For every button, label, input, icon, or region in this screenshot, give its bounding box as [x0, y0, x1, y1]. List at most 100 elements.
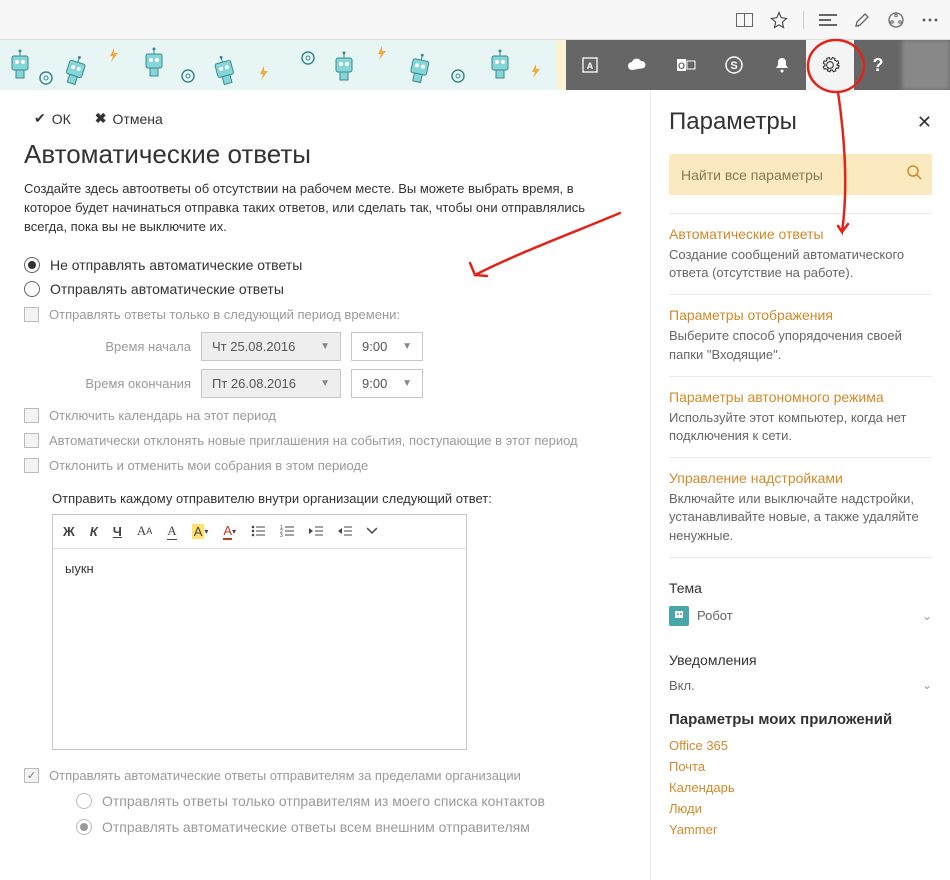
end-time-label: Время окончания [76, 376, 191, 391]
radio-contacts-only[interactable] [76, 793, 92, 809]
webnote-icon[interactable] [852, 10, 872, 30]
settings-search[interactable] [669, 154, 932, 195]
settings-link-addins[interactable]: Управление надстройками [669, 470, 932, 486]
highlight-button[interactable]: A▾ [192, 524, 209, 539]
chevron-down-icon: ▼ [320, 341, 330, 352]
settings-search-input[interactable] [679, 166, 906, 184]
settings-icon[interactable] [806, 40, 854, 90]
app-link-office365[interactable]: Office 365 [669, 738, 932, 753]
settings-notifications: Уведомления Вкл. ⌄ [669, 652, 932, 697]
settings-panel: Параметры ✕ Автоматические ответы Создан… [650, 90, 950, 880]
settings-desc: Выберите способ упорядочения своей папки… [669, 327, 932, 363]
checkbox-outside-org[interactable] [24, 768, 39, 783]
theme-selector[interactable]: Робот ⌄ [669, 602, 932, 630]
start-date-picker[interactable]: Чт 25.08.2016▼ [201, 332, 341, 361]
hub-icon[interactable] [818, 10, 838, 30]
robot-theme-background [0, 40, 556, 90]
radio-send-label: Отправлять автоматические ответы [50, 281, 284, 297]
start-time-label: Время начала [76, 339, 191, 354]
settings-link-offline[interactable]: Параметры автономного режима [669, 389, 932, 405]
app-link-calendar[interactable]: Календарь [669, 780, 932, 795]
radio-dont-send[interactable] [24, 257, 40, 273]
editor-textarea[interactable]: ыукн [53, 549, 466, 749]
settings-section-auto-replies[interactable]: Автоматические ответы Создание сообщений… [669, 213, 932, 294]
svg-text:O: O [678, 61, 685, 71]
checkbox-decline-existing[interactable] [24, 458, 39, 473]
settings-section-offline[interactable]: Параметры автономного режима Используйте… [669, 376, 932, 457]
ok-button[interactable]: ✔ОК [34, 110, 71, 127]
radio-all-external[interactable] [76, 819, 92, 835]
end-time-picker[interactable]: 9:00▼ [351, 369, 423, 398]
reply-editor: Ж К Ч AA A A▾ A▾ 123 ыукн [52, 514, 467, 750]
app-link-yammer[interactable]: Yammer [669, 822, 932, 837]
numbered-list-button[interactable]: 123 [280, 525, 294, 537]
radio-dont-send-label: Не отправлять автоматические ответы [50, 257, 302, 273]
page-description: Создайте здесь автоответы об отсутствии … [24, 180, 614, 237]
editor-toolbar: Ж К Ч AA A A▾ A▾ 123 [53, 515, 466, 549]
close-panel-button[interactable]: ✕ [917, 112, 932, 133]
svg-text:S: S [730, 60, 737, 72]
indent-button[interactable] [338, 525, 352, 537]
check-icon: ✔ [34, 110, 46, 127]
page-title: Автоматические ответы [24, 139, 632, 170]
checkbox-decline-new[interactable] [24, 433, 39, 448]
radio-contacts-only-label: Отправлять ответы только отправителям из… [102, 793, 545, 809]
font-size-button[interactable]: AA [137, 523, 152, 539]
cancel-button[interactable]: ✖Отмена [95, 110, 163, 127]
outdent-button[interactable] [309, 525, 323, 537]
more-icon[interactable] [920, 10, 940, 30]
app-header: A O S ? [0, 40, 950, 90]
search-icon[interactable] [906, 164, 922, 185]
start-time-picker[interactable]: 9:00▼ [351, 332, 423, 361]
settings-section-display[interactable]: Параметры отображения Выберите способ уп… [669, 294, 932, 375]
close-icon: ✖ [95, 110, 107, 127]
bold-button[interactable]: Ж [63, 524, 75, 539]
separator [803, 11, 804, 29]
settings-link-auto-replies[interactable]: Автоматические ответы [669, 226, 932, 242]
outlook-icon[interactable]: O [662, 40, 710, 90]
user-avatar[interactable] [902, 40, 950, 90]
checkbox-period[interactable] [24, 307, 39, 322]
settings-desc: Используйте этот компьютер, когда нет по… [669, 409, 932, 445]
underline-button[interactable]: Ч [113, 524, 122, 539]
main-panel: ✔ОК ✖Отмена Автоматические ответы Создай… [0, 90, 650, 880]
app-link-people[interactable]: Люди [669, 801, 932, 816]
skype-icon[interactable]: S [710, 40, 758, 90]
checkbox-outside-org-label: Отправлять автоматические ответы отправи… [49, 768, 521, 783]
settings-panel-header: Параметры ✕ [669, 108, 932, 136]
checkbox-block-calendar[interactable] [24, 408, 39, 423]
app-header-right: A O S ? [566, 40, 950, 90]
end-date-picker[interactable]: Пт 26.08.2016▼ [201, 369, 341, 398]
send-mode-radios: Не отправлять автоматические ответы Отпр… [24, 257, 632, 297]
outside-org-section: Отправлять автоматические ответы отправи… [24, 768, 632, 835]
settings-desc: Создание сообщений автоматического ответ… [669, 246, 932, 282]
chevron-down-icon: ▼ [402, 341, 412, 352]
app-link-mail[interactable]: Почта [669, 759, 932, 774]
font-family-button[interactable]: A [167, 523, 176, 540]
settings-section-addins[interactable]: Управление надстройками Включайте или вы… [669, 457, 932, 557]
theme-thumb-icon [669, 606, 689, 626]
chevron-down-icon: ⌄ [922, 678, 932, 692]
checkbox-decline-existing-label: Отклонить и отменить мои собрания в этом… [49, 458, 368, 473]
onedrive-icon[interactable] [614, 40, 662, 90]
toolbar-more-button[interactable] [367, 525, 377, 537]
theme-label: Тема [669, 580, 932, 596]
outside-radios: Отправлять ответы только отправителям из… [24, 793, 632, 835]
checkbox-decline-new-label: Автоматически отклонять новые приглашени… [49, 433, 578, 448]
checkbox-period-label: Отправлять ответы только в следующий пер… [49, 307, 400, 322]
notifications-icon[interactable] [758, 40, 806, 90]
settings-link-display[interactable]: Параметры отображения [669, 307, 932, 323]
font-color-button[interactable]: A▾ [223, 523, 236, 540]
bullet-list-button[interactable] [251, 525, 265, 537]
share-icon[interactable] [886, 10, 906, 30]
favorite-star-icon[interactable] [769, 10, 789, 30]
svg-text:A: A [587, 61, 594, 71]
help-icon[interactable]: ? [854, 40, 902, 90]
italic-button[interactable]: К [90, 524, 98, 539]
notifications-selector[interactable]: Вкл. ⌄ [669, 674, 932, 697]
apps-icon[interactable]: A [566, 40, 614, 90]
reading-view-icon[interactable] [735, 10, 755, 30]
chevron-down-icon: ⌄ [922, 609, 932, 623]
notifications-label: Уведомления [669, 652, 932, 668]
radio-send[interactable] [24, 281, 40, 297]
